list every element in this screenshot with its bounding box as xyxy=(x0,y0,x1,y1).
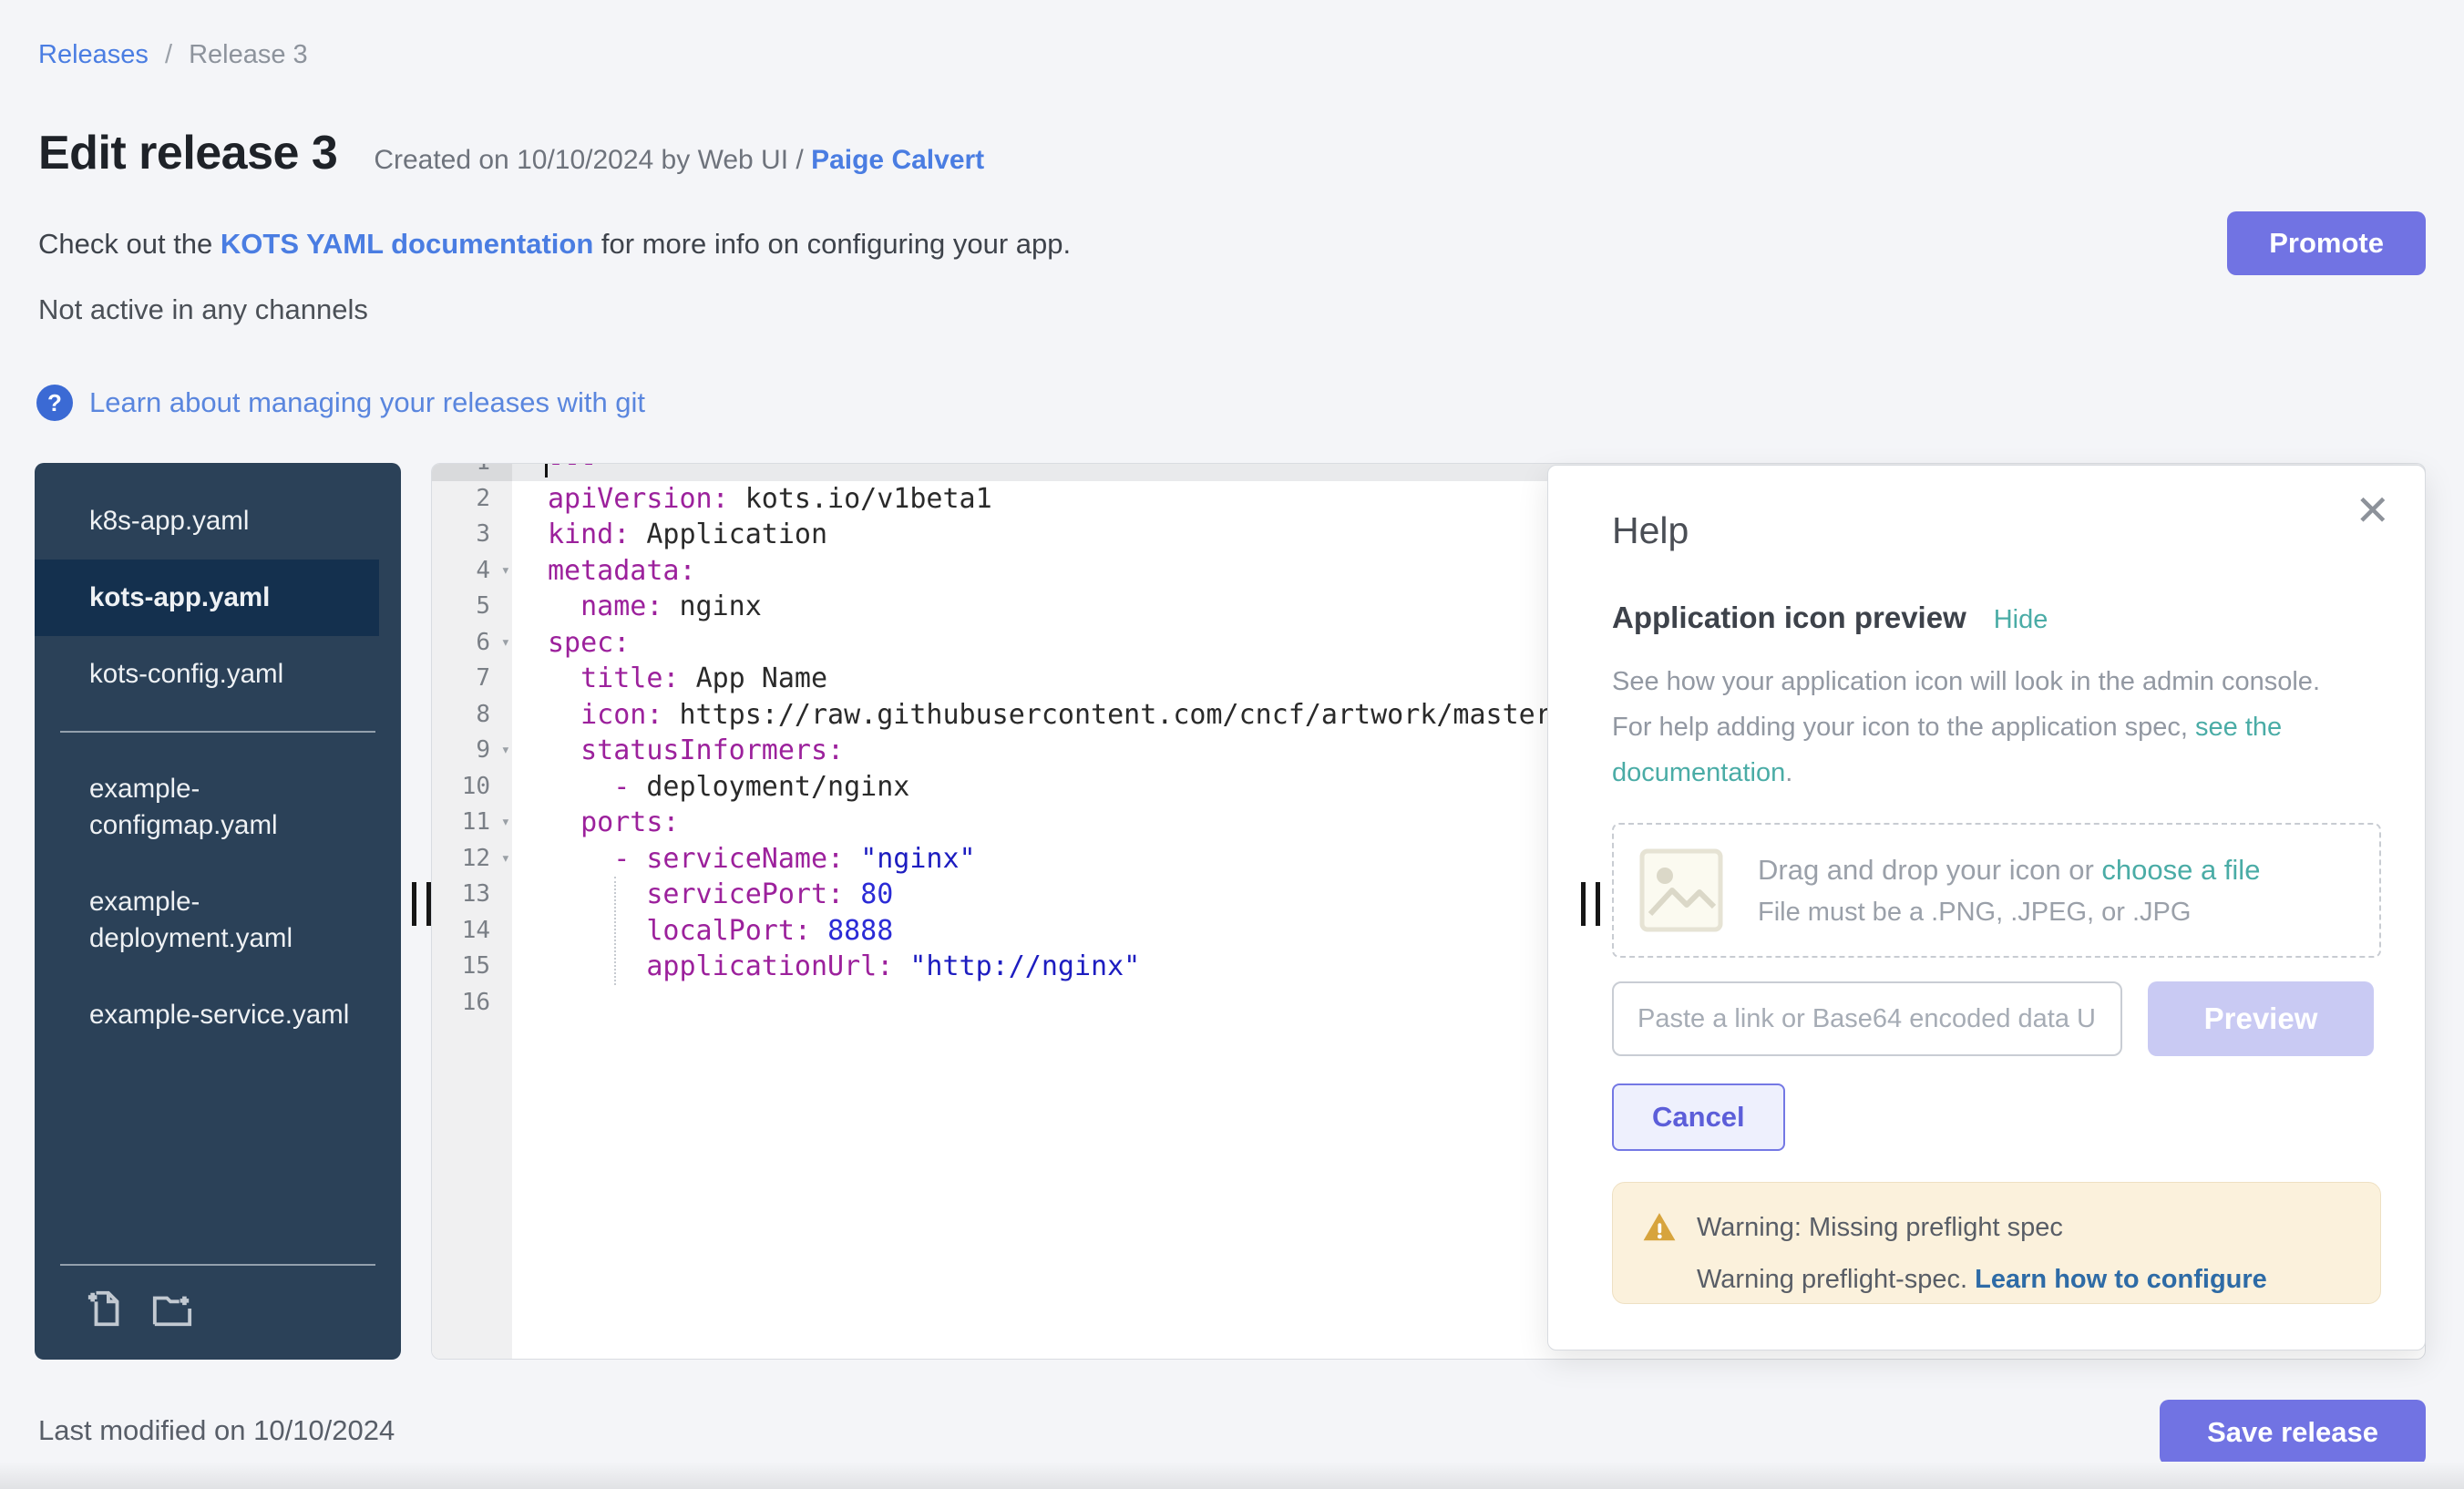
help-title: Help xyxy=(1612,509,1689,552)
text-cursor xyxy=(545,463,548,478)
gutter-line-5: 5 xyxy=(432,589,512,625)
fold-arrow-icon[interactable]: ▾ xyxy=(501,841,510,878)
created-info: Created on 10/10/2024 by Web UI / Paige … xyxy=(374,145,984,176)
gutter-line-1: 1 xyxy=(432,463,512,481)
gutter-line-11: 11▾ xyxy=(432,805,512,841)
gutter-line-7: 7 xyxy=(432,661,512,697)
bottom-fade xyxy=(0,1462,2464,1489)
file-item-k8s-app.yaml[interactable]: k8s-app.yaml xyxy=(35,483,379,560)
promote-button[interactable]: Promote xyxy=(2227,211,2426,275)
add-file-icon[interactable] xyxy=(86,1288,128,1334)
gutter-rows: 1234▾56▾789▾1011▾12▾13141516 xyxy=(432,463,512,1021)
main-region: k8s-app.yamlkots-app.yamlkots-config.yam… xyxy=(0,463,2464,1360)
author-link[interactable]: Paige Calvert xyxy=(811,145,984,175)
gutter-line-15: 15 xyxy=(432,949,512,985)
file-item-kots-app.yaml[interactable]: kots-app.yaml xyxy=(35,560,379,636)
title-row: Edit release 3 Created on 10/10/2024 by … xyxy=(38,126,984,180)
close-icon[interactable]: ✕ xyxy=(2355,489,2390,531)
breadcrumb-current: Release 3 xyxy=(189,40,308,69)
add-folder-icon[interactable] xyxy=(151,1288,193,1334)
indent-guide xyxy=(614,877,616,985)
kots-yaml-docs-link[interactable]: KOTS YAML documentation xyxy=(221,228,593,260)
gutter-line-2: 2 xyxy=(432,481,512,518)
git-help-label: Learn about managing your releases with … xyxy=(89,386,645,419)
learn-configure-link[interactable]: Learn how to configure xyxy=(1975,1265,2267,1294)
breadcrumb: Releases / Release 3 xyxy=(38,40,308,70)
breadcrumb-separator: / xyxy=(165,40,172,69)
file-item-example-service.yaml[interactable]: example-service.yaml xyxy=(35,977,379,1053)
dropzone-filetypes: File must be a .PNG, .JPEG, or .JPG xyxy=(1758,898,2260,928)
breadcrumb-releases-link[interactable]: Releases xyxy=(38,40,149,69)
question-icon: ? xyxy=(36,385,73,421)
help-body: See how your application icon will look … xyxy=(1612,659,2341,796)
page-title: Edit release 3 xyxy=(38,126,337,180)
gutter-line-13: 13 xyxy=(432,877,512,913)
preview-button[interactable]: Preview xyxy=(2148,981,2374,1056)
gutter-line-10: 10 xyxy=(432,769,512,806)
fold-arrow-icon[interactable]: ▾ xyxy=(501,625,510,662)
sidebar-resize-handle[interactable] xyxy=(412,882,436,926)
fold-arrow-icon[interactable]: ▾ xyxy=(501,733,510,769)
gutter-line-8: 8 xyxy=(432,697,512,734)
channel-status: Not active in any channels xyxy=(38,293,368,326)
icon-url-input[interactable] xyxy=(1612,981,2122,1056)
file-sidebar: k8s-app.yamlkots-app.yamlkots-config.yam… xyxy=(35,463,401,1360)
gutter-line-9: 9▾ xyxy=(432,733,512,769)
save-release-button[interactable]: Save release xyxy=(2160,1400,2426,1465)
fold-arrow-icon[interactable]: ▾ xyxy=(501,805,510,841)
docs-suffix: for more info on configuring your app. xyxy=(593,228,1071,260)
hide-link[interactable]: Hide xyxy=(1994,605,2048,635)
git-help-link[interactable]: ? Learn about managing your releases wit… xyxy=(36,385,645,421)
help-panel: ✕ Help Application icon preview Hide See… xyxy=(1547,465,2426,1350)
icon-preview-title: Application icon preview xyxy=(1612,601,1966,635)
help-panel-resize-handle[interactable] xyxy=(1581,882,1605,926)
file-item-example-configmap.yaml[interactable]: example-configmap.yaml xyxy=(35,751,379,864)
docs-line: Check out the KOTS YAML documentation fo… xyxy=(38,228,1071,261)
preflight-warning: Warning: Missing preflight spec Warning … xyxy=(1612,1182,2381,1304)
last-modified: Last modified on 10/10/2024 xyxy=(38,1414,395,1447)
gutter-line-14: 14 xyxy=(432,913,512,950)
dropzone-text: Drag and drop your icon or xyxy=(1758,854,2101,886)
created-text: Created on 10/10/2024 by Web UI / xyxy=(374,145,811,175)
file-group-divider xyxy=(60,731,375,733)
sidebar-bottom xyxy=(35,1246,401,1360)
icon-dropzone[interactable]: Drag and drop your icon or choose a file… xyxy=(1612,823,2381,958)
gutter-line-4: 4▾ xyxy=(432,553,512,590)
docs-prefix: Check out the xyxy=(38,228,221,260)
image-placeholder-icon xyxy=(1639,848,1723,932)
choose-file-link[interactable]: choose a file xyxy=(2101,854,2260,886)
gutter-line-12: 12▾ xyxy=(432,841,512,878)
warning-text: Warning: Missing preflight spec xyxy=(1697,1213,2063,1243)
warning-text-2: Warning preflight-spec. xyxy=(1697,1265,1975,1294)
gutter-line-3: 3 xyxy=(432,517,512,553)
warning-icon xyxy=(1642,1210,1677,1245)
gutter-line-6: 6▾ xyxy=(432,625,512,662)
file-list: k8s-app.yamlkots-app.yamlkots-config.yam… xyxy=(35,483,401,1053)
fold-arrow-icon[interactable]: ▾ xyxy=(501,553,510,590)
help-body-suffix: . xyxy=(1785,758,1792,787)
cancel-button[interactable]: Cancel xyxy=(1612,1083,1785,1151)
gutter-line-16: 16 xyxy=(432,985,512,1022)
file-item-example-deployment.yaml[interactable]: example-deployment.yaml xyxy=(35,864,379,977)
file-item-kots-config.yaml[interactable]: kots-config.yaml xyxy=(35,636,379,713)
